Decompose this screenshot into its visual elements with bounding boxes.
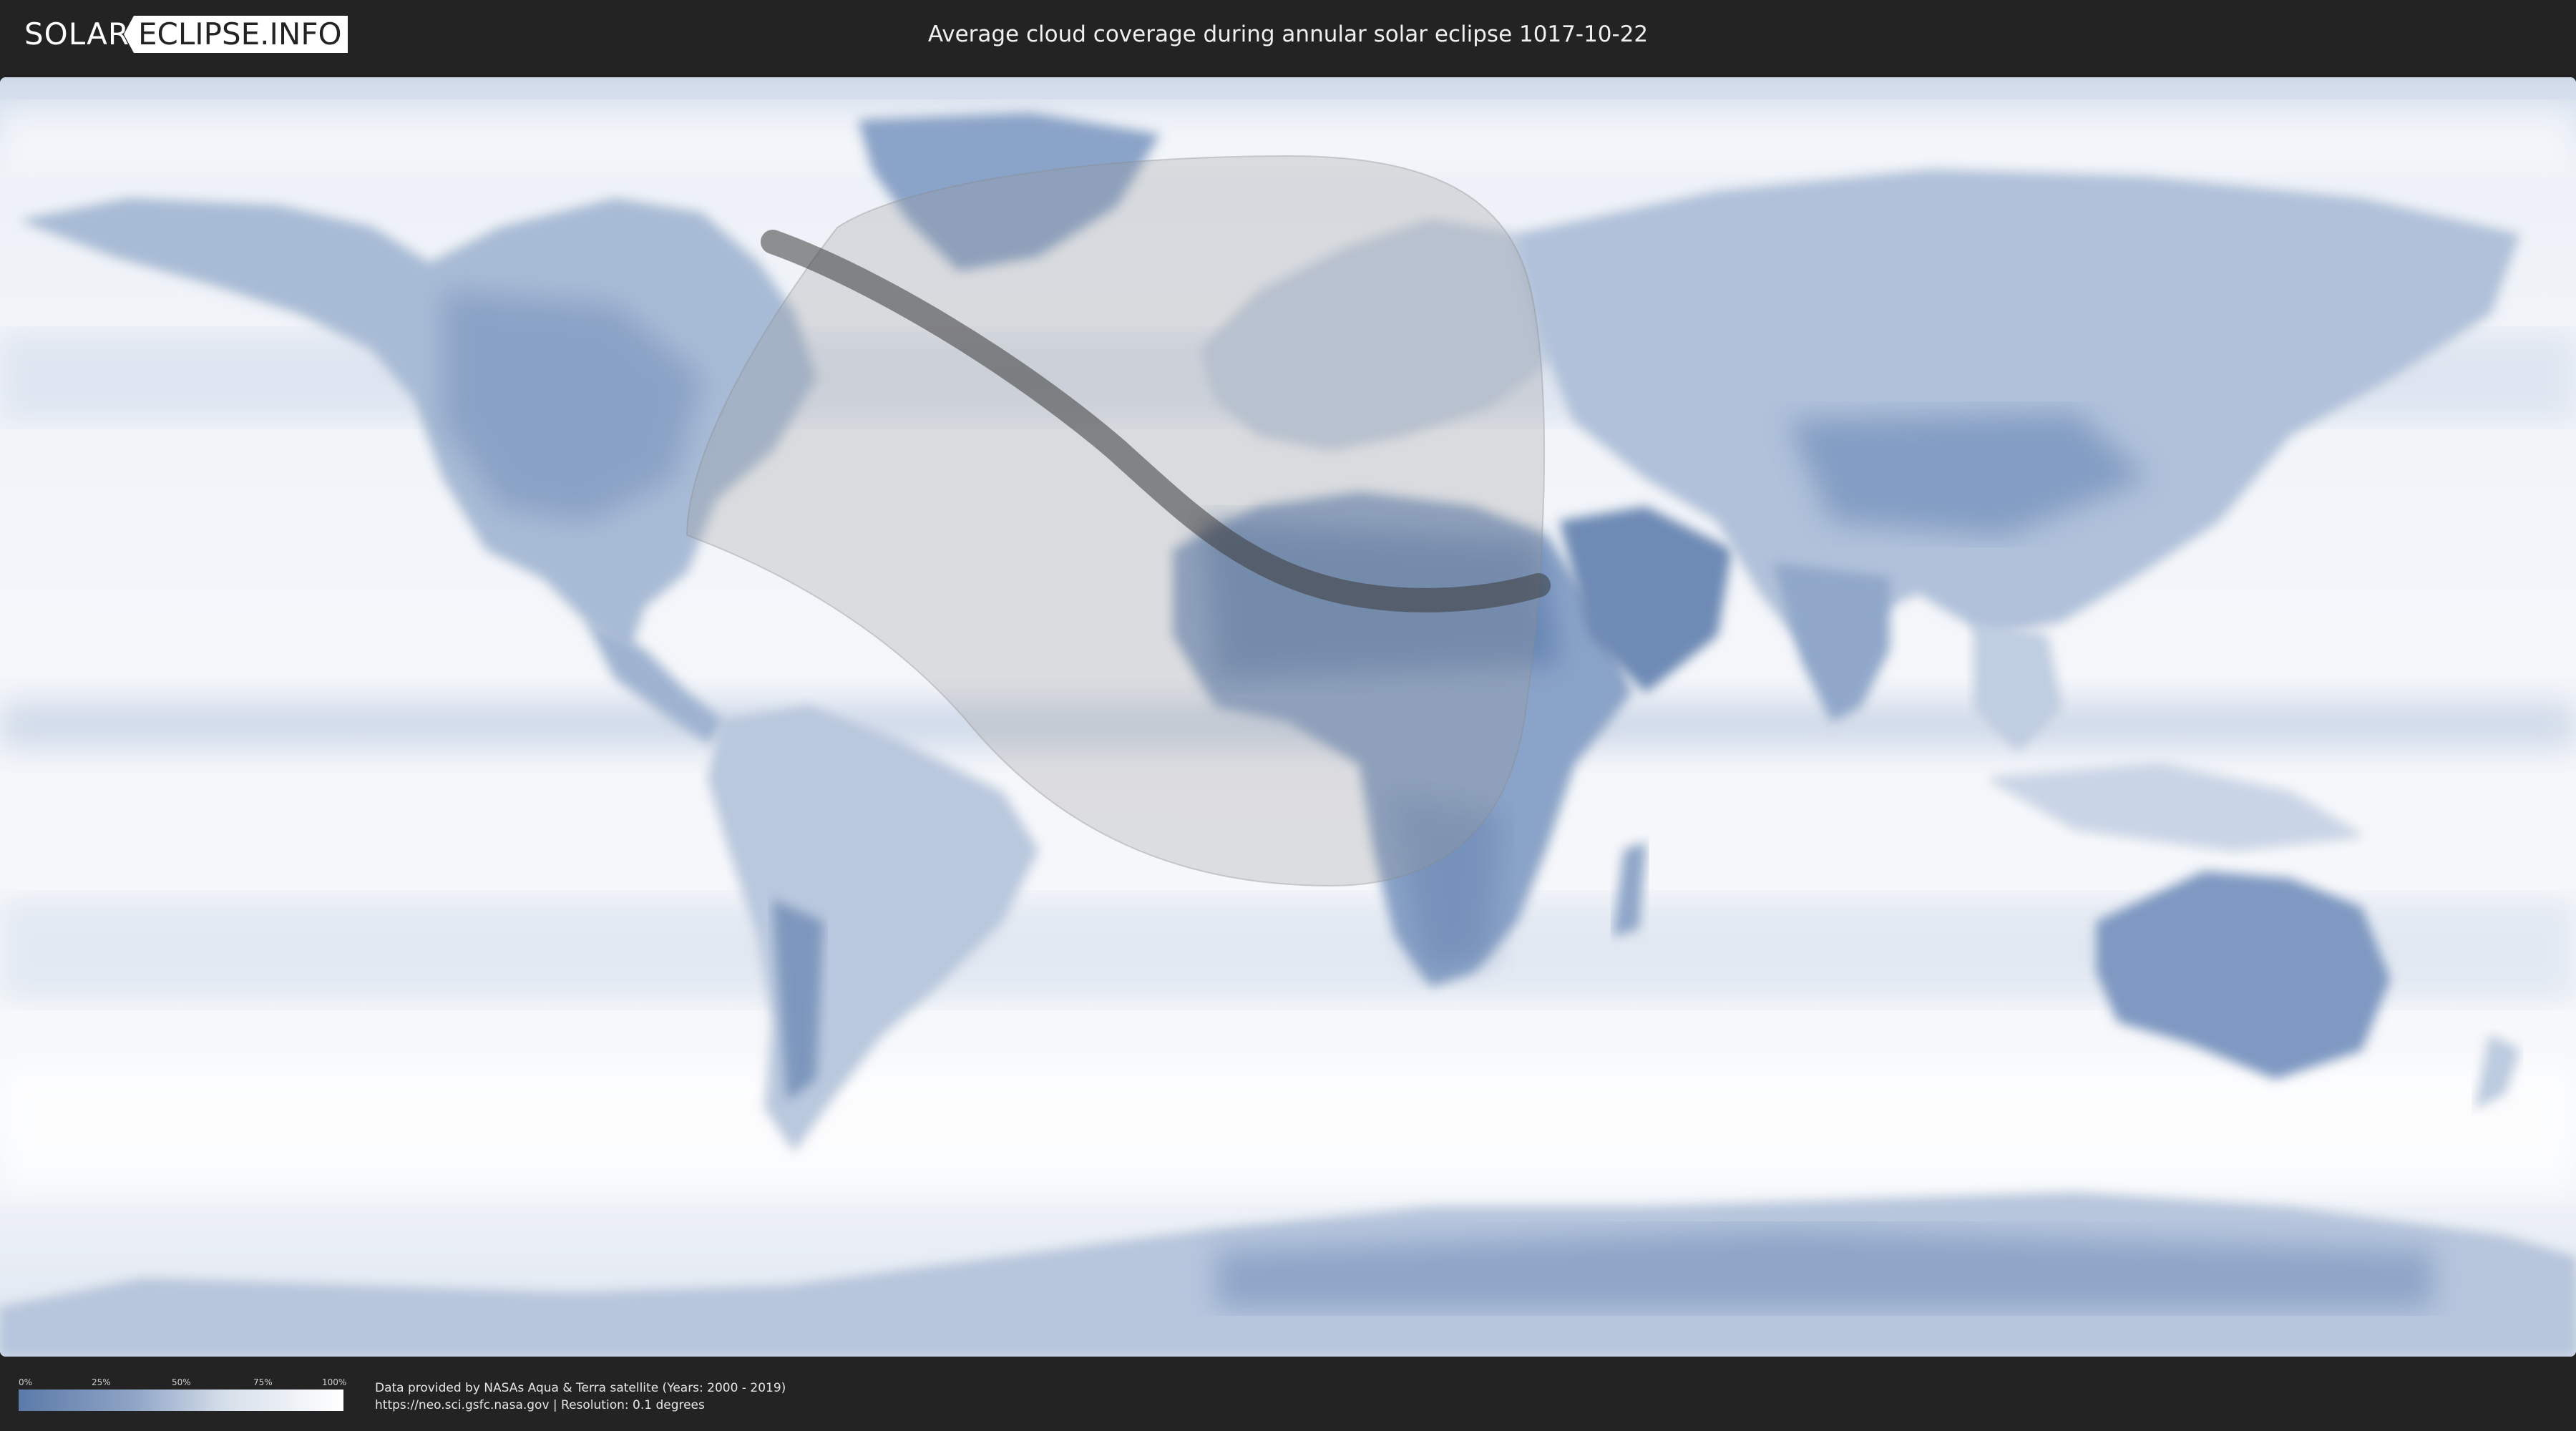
credit-line-source: Data provided by NASAs Aqua & Terra sate…	[375, 1381, 786, 1395]
cloud-coverage-legend: 0% 25% 50% 75% 100%	[19, 1377, 347, 1411]
legend-tick-100: 100%	[322, 1377, 347, 1387]
legend-ticks: 0% 25% 50% 75% 100%	[19, 1377, 347, 1390]
page-title: Average cloud coverage during annular so…	[927, 21, 1649, 47]
legend-tick-50: 50%	[172, 1377, 191, 1387]
header-bar: SOLAR ECLIPSE.INFO Average cloud coverag…	[0, 0, 2576, 73]
data-credits: Data provided by NASAs Aqua & Terra sate…	[375, 1379, 786, 1414]
footer-bar: 0% 25% 50% 75% 100% Data provided by NAS…	[0, 1357, 2576, 1431]
page: SOLAR ECLIPSE.INFO Average cloud coverag…	[0, 0, 2576, 1431]
legend-tick-75: 75%	[253, 1377, 273, 1387]
world-map-svg	[0, 77, 2576, 1357]
legend-gradient-bar	[19, 1390, 343, 1411]
legend-tick-0: 0%	[19, 1377, 33, 1387]
legend-tick-25: 25%	[92, 1377, 111, 1387]
credit-line-url[interactable]: https://neo.sci.gsfc.nasa.gov | Resoluti…	[375, 1397, 786, 1414]
cloud-coverage-map	[0, 77, 2576, 1357]
